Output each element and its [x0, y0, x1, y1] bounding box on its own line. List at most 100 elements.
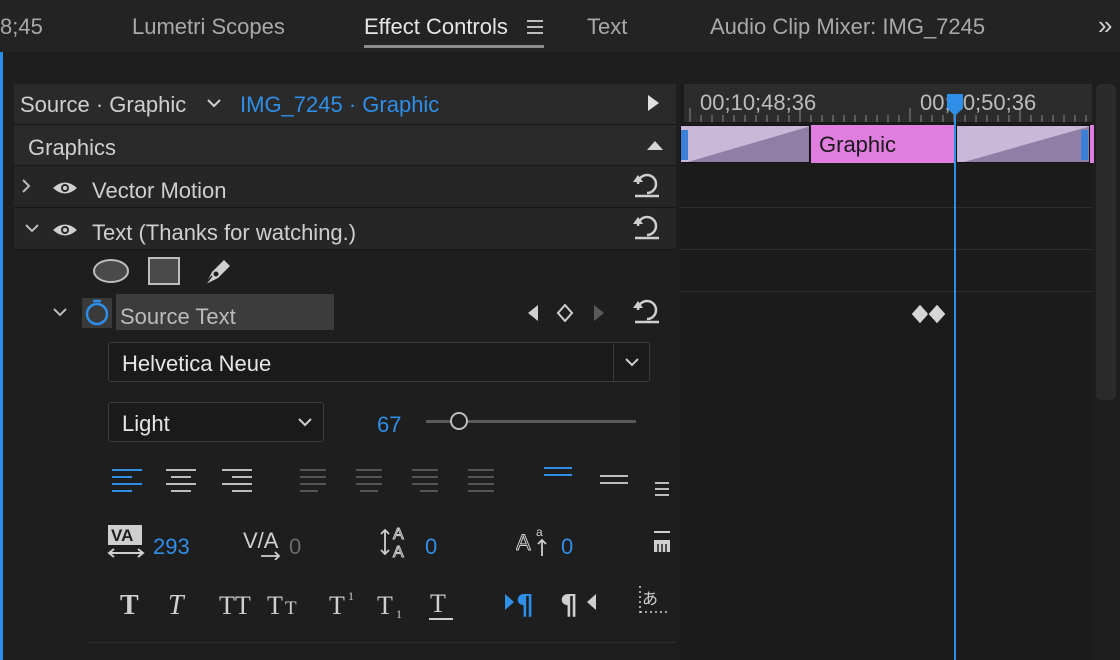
alignment-row: [108, 464, 678, 498]
superscript-icon[interactable]: T1: [328, 586, 364, 620]
svg-text:1: 1: [348, 589, 354, 603]
clip-transition-in[interactable]: [680, 125, 810, 163]
rectangle-tool-icon[interactable]: [148, 257, 180, 285]
all-caps-icon[interactable]: TT: [218, 586, 258, 620]
hamburger-icon[interactable]: [526, 18, 544, 36]
justify-center-icon[interactable]: [354, 466, 384, 496]
keyframe-pair-icon[interactable]: [910, 303, 948, 325]
clip-in-handle[interactable]: [681, 130, 688, 160]
chevron-down-icon[interactable]: [24, 222, 40, 234]
bold-icon[interactable]: T: [118, 586, 144, 620]
hamburger-icon[interactable]: [654, 480, 670, 498]
svg-text:1: 1: [396, 607, 402, 620]
ellipse-tool-icon[interactable]: [92, 258, 130, 284]
keyframe-next-icon[interactable]: [592, 304, 606, 322]
svg-text:T: T: [267, 591, 283, 620]
vector-motion-label: Vector Motion: [92, 178, 227, 203]
svg-text:¶: ¶: [516, 588, 534, 618]
graphic-clip-label: Graphic: [819, 132, 897, 157]
source-text-row: Source Text: [14, 292, 676, 336]
tab-text[interactable]: Text: [587, 14, 627, 40]
more-tabs-icon[interactable]: »: [1098, 10, 1112, 41]
rtl-icon[interactable]: ¶: [560, 588, 600, 618]
align-middle-icon[interactable]: [598, 472, 630, 492]
eye-icon[interactable]: [52, 180, 78, 196]
ltr-icon[interactable]: ¶: [504, 588, 540, 618]
svg-text:T: T: [168, 590, 186, 620]
divider: [88, 642, 676, 643]
svg-text:あ: あ: [642, 589, 658, 608]
align-top-icon[interactable]: [542, 464, 574, 484]
font-family-dropdown[interactable]: Helvetica Neue: [108, 342, 650, 382]
baseline-shift-value[interactable]: 0: [561, 534, 573, 560]
chevron-down-icon[interactable]: [52, 306, 68, 318]
font-size-value[interactable]: 67: [377, 412, 401, 438]
svg-text:T: T: [377, 591, 393, 620]
panel-focus-accent: [0, 0, 3, 660]
clip-out-handle[interactable]: [1081, 130, 1088, 160]
lane-divider: [680, 249, 1092, 250]
type-style-row: T T TT TT T1 T1 T ¶ ¶ あ: [108, 582, 678, 626]
justify-all-icon[interactable]: [466, 466, 496, 496]
tsume-icon[interactable]: あ: [638, 584, 672, 620]
svg-text:T: T: [329, 591, 345, 620]
font-style-dropdown[interactable]: Light: [108, 402, 324, 442]
tsume-ruler-icon[interactable]: [652, 530, 672, 554]
collapse-up-icon[interactable]: [646, 139, 664, 151]
effect-timeline[interactable]: [680, 84, 1092, 660]
graphic-clip[interactable]: Graphic: [811, 125, 955, 163]
tracking-icon: VA: [106, 524, 146, 560]
font-family-value: Helvetica Neue: [122, 351, 272, 376]
keyframe-prev-icon[interactable]: [526, 304, 540, 322]
tab-timecode[interactable]: 8;45: [0, 14, 43, 40]
tab-audio-clip-mixer[interactable]: Audio Clip Mixer: IMG_7245: [710, 14, 985, 40]
text-layer-row: Text (Thanks for watching.): [14, 208, 676, 250]
playhead-icon[interactable]: [945, 92, 965, 118]
small-caps-icon[interactable]: TT: [266, 586, 306, 620]
leading-value[interactable]: 0: [425, 534, 437, 560]
leading-icon: AA: [380, 522, 416, 560]
justify-left-icon[interactable]: [298, 466, 328, 496]
play-triangle-icon[interactable]: [646, 94, 660, 112]
stopwatch-icon[interactable]: [82, 298, 112, 328]
graphics-title: Graphics: [28, 135, 117, 160]
eye-icon[interactable]: [52, 222, 78, 238]
reset-icon[interactable]: [632, 170, 662, 200]
chevron-down-icon[interactable]: [624, 356, 640, 368]
align-left-icon[interactable]: [110, 466, 144, 496]
source-label: Source · Graphic: [20, 92, 187, 117]
keyframe-add-icon[interactable]: [556, 304, 574, 322]
pen-tool-icon[interactable]: [202, 254, 236, 288]
chevron-down-icon[interactable]: [206, 97, 222, 109]
playhead-line[interactable]: [954, 96, 956, 660]
graphics-section-header[interactable]: Graphics: [14, 125, 676, 166]
font-size-slider-thumb[interactable]: [450, 412, 469, 430]
underline-icon[interactable]: T: [428, 586, 454, 622]
clip-edge: [1090, 125, 1094, 163]
svg-text:TT: TT: [219, 591, 251, 620]
dropdown-divider: [613, 343, 614, 381]
baseline-shift-icon: Aa: [516, 524, 552, 558]
source-clip-link[interactable]: IMG_7245 · Graphic: [240, 92, 439, 118]
timeline-ruler[interactable]: 00;10;48;36 00;10;50;36: [684, 84, 1092, 122]
vertical-scrollbar[interactable]: [1096, 84, 1116, 400]
timecode-right: 00;10;50;36: [920, 90, 1037, 115]
chevron-down-icon: [297, 416, 313, 428]
reset-icon[interactable]: [632, 212, 662, 242]
vector-motion-row: Vector Motion: [14, 166, 676, 208]
tab-effect-controls[interactable]: Effect Controls: [364, 14, 508, 40]
svg-text:T: T: [120, 590, 139, 620]
kerning-value[interactable]: 0: [289, 534, 301, 560]
clip-transition-out[interactable]: [956, 125, 1090, 163]
align-right-icon[interactable]: [220, 466, 254, 496]
chevron-right-icon[interactable]: [20, 178, 32, 194]
italic-icon[interactable]: T: [166, 586, 192, 620]
tab-lumetri-scopes[interactable]: Lumetri Scopes: [132, 14, 285, 40]
align-center-icon[interactable]: [164, 466, 198, 496]
tracking-value[interactable]: 293: [153, 534, 190, 560]
reset-icon[interactable]: [632, 296, 662, 326]
svg-text:T: T: [285, 598, 297, 619]
subscript-icon[interactable]: T1: [376, 586, 412, 620]
source-text-field[interactable]: Source Text: [116, 294, 334, 330]
justify-right-icon[interactable]: [410, 466, 440, 496]
